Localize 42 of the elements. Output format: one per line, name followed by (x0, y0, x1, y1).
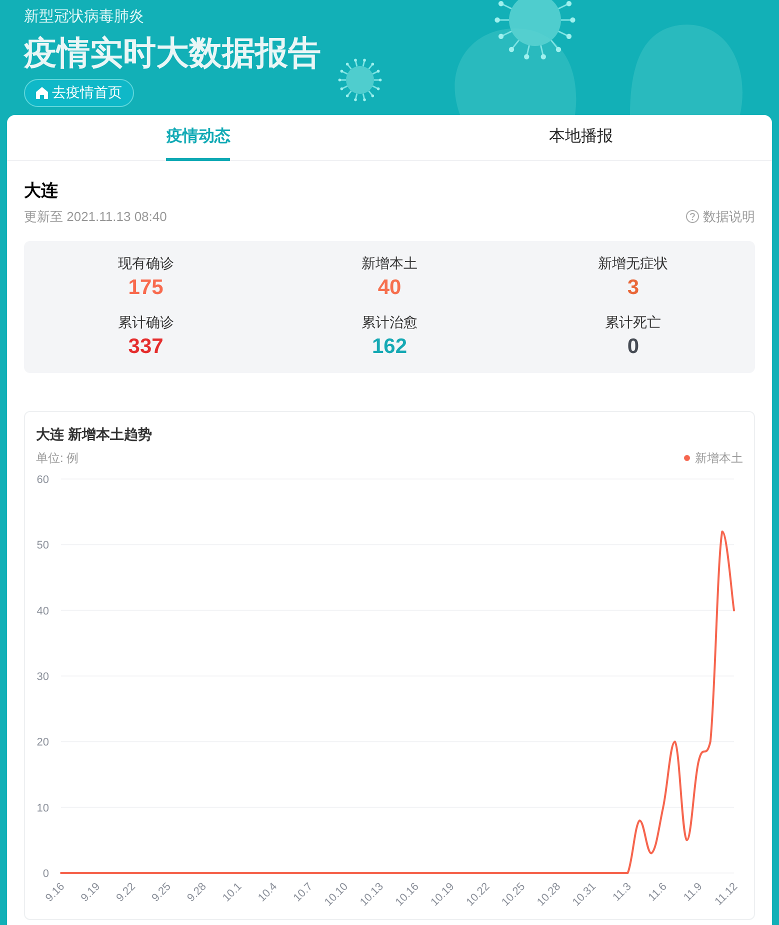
chart-title: 大连 新增本土趋势 (35, 425, 153, 444)
virus-drawing (338, 58, 382, 102)
header-title: 疫情实时大数据报告 (24, 32, 322, 72)
y-axis-label: 10 (36, 802, 49, 814)
x-axis-label: 11.9 (682, 880, 705, 904)
y-axis-label: 30 (36, 671, 49, 683)
stat-value: 3 (627, 275, 639, 301)
y-axis-label: 0 (42, 868, 49, 880)
tab[interactable]: 疫情动态 (166, 115, 230, 161)
x-axis-label: 9.22 (114, 880, 138, 904)
x-axis-label: 9.19 (78, 880, 103, 904)
x-axis-label: 9.28 (185, 880, 209, 904)
stat-value: 0 (627, 334, 639, 360)
stat-value: 175 (128, 275, 164, 301)
home-button[interactable]: 去疫情首页 (24, 78, 134, 106)
data-info-link[interactable]: 数据说明 (686, 206, 755, 226)
y-axis-label: 20 (36, 736, 49, 749)
stat-value: 162 (372, 334, 408, 360)
region-name: 大连 (24, 180, 59, 202)
stat-label: 累计治愈 (361, 313, 418, 332)
stat-label: 累计确诊 (118, 313, 174, 332)
x-axis-label: 9.25 (150, 880, 174, 904)
x-axis-label: 10.1 (220, 880, 244, 904)
stat-label: 新增本土 (361, 254, 418, 273)
x-axis-label: 9.16 (44, 880, 68, 904)
stat-value: 337 (128, 334, 164, 360)
update-time: 更新至 2021.11.13 08:40 (24, 208, 167, 226)
y-axis-label: 40 (36, 605, 49, 618)
stat-label: 累计死亡 (605, 313, 662, 332)
chart-unit: 单位: 例 (36, 450, 79, 467)
y-axis-label: 50 (36, 540, 49, 552)
stat-label: 现有确诊 (118, 254, 174, 273)
x-axis-label: 11.3 (610, 880, 634, 904)
tab[interactable]: 本地播报 (548, 115, 613, 161)
x-axis-label: 11.6 (646, 880, 670, 904)
legend-label: 新增本土 (695, 450, 743, 467)
home-icon (36, 86, 48, 98)
help-icon (686, 210, 699, 223)
stat-value: 40 (378, 275, 402, 301)
y-axis-label: 60 (36, 474, 49, 486)
header-subtitle: 新型冠状病毒肺炎 (24, 7, 145, 27)
stat-label: 新增无症状 (598, 254, 668, 273)
